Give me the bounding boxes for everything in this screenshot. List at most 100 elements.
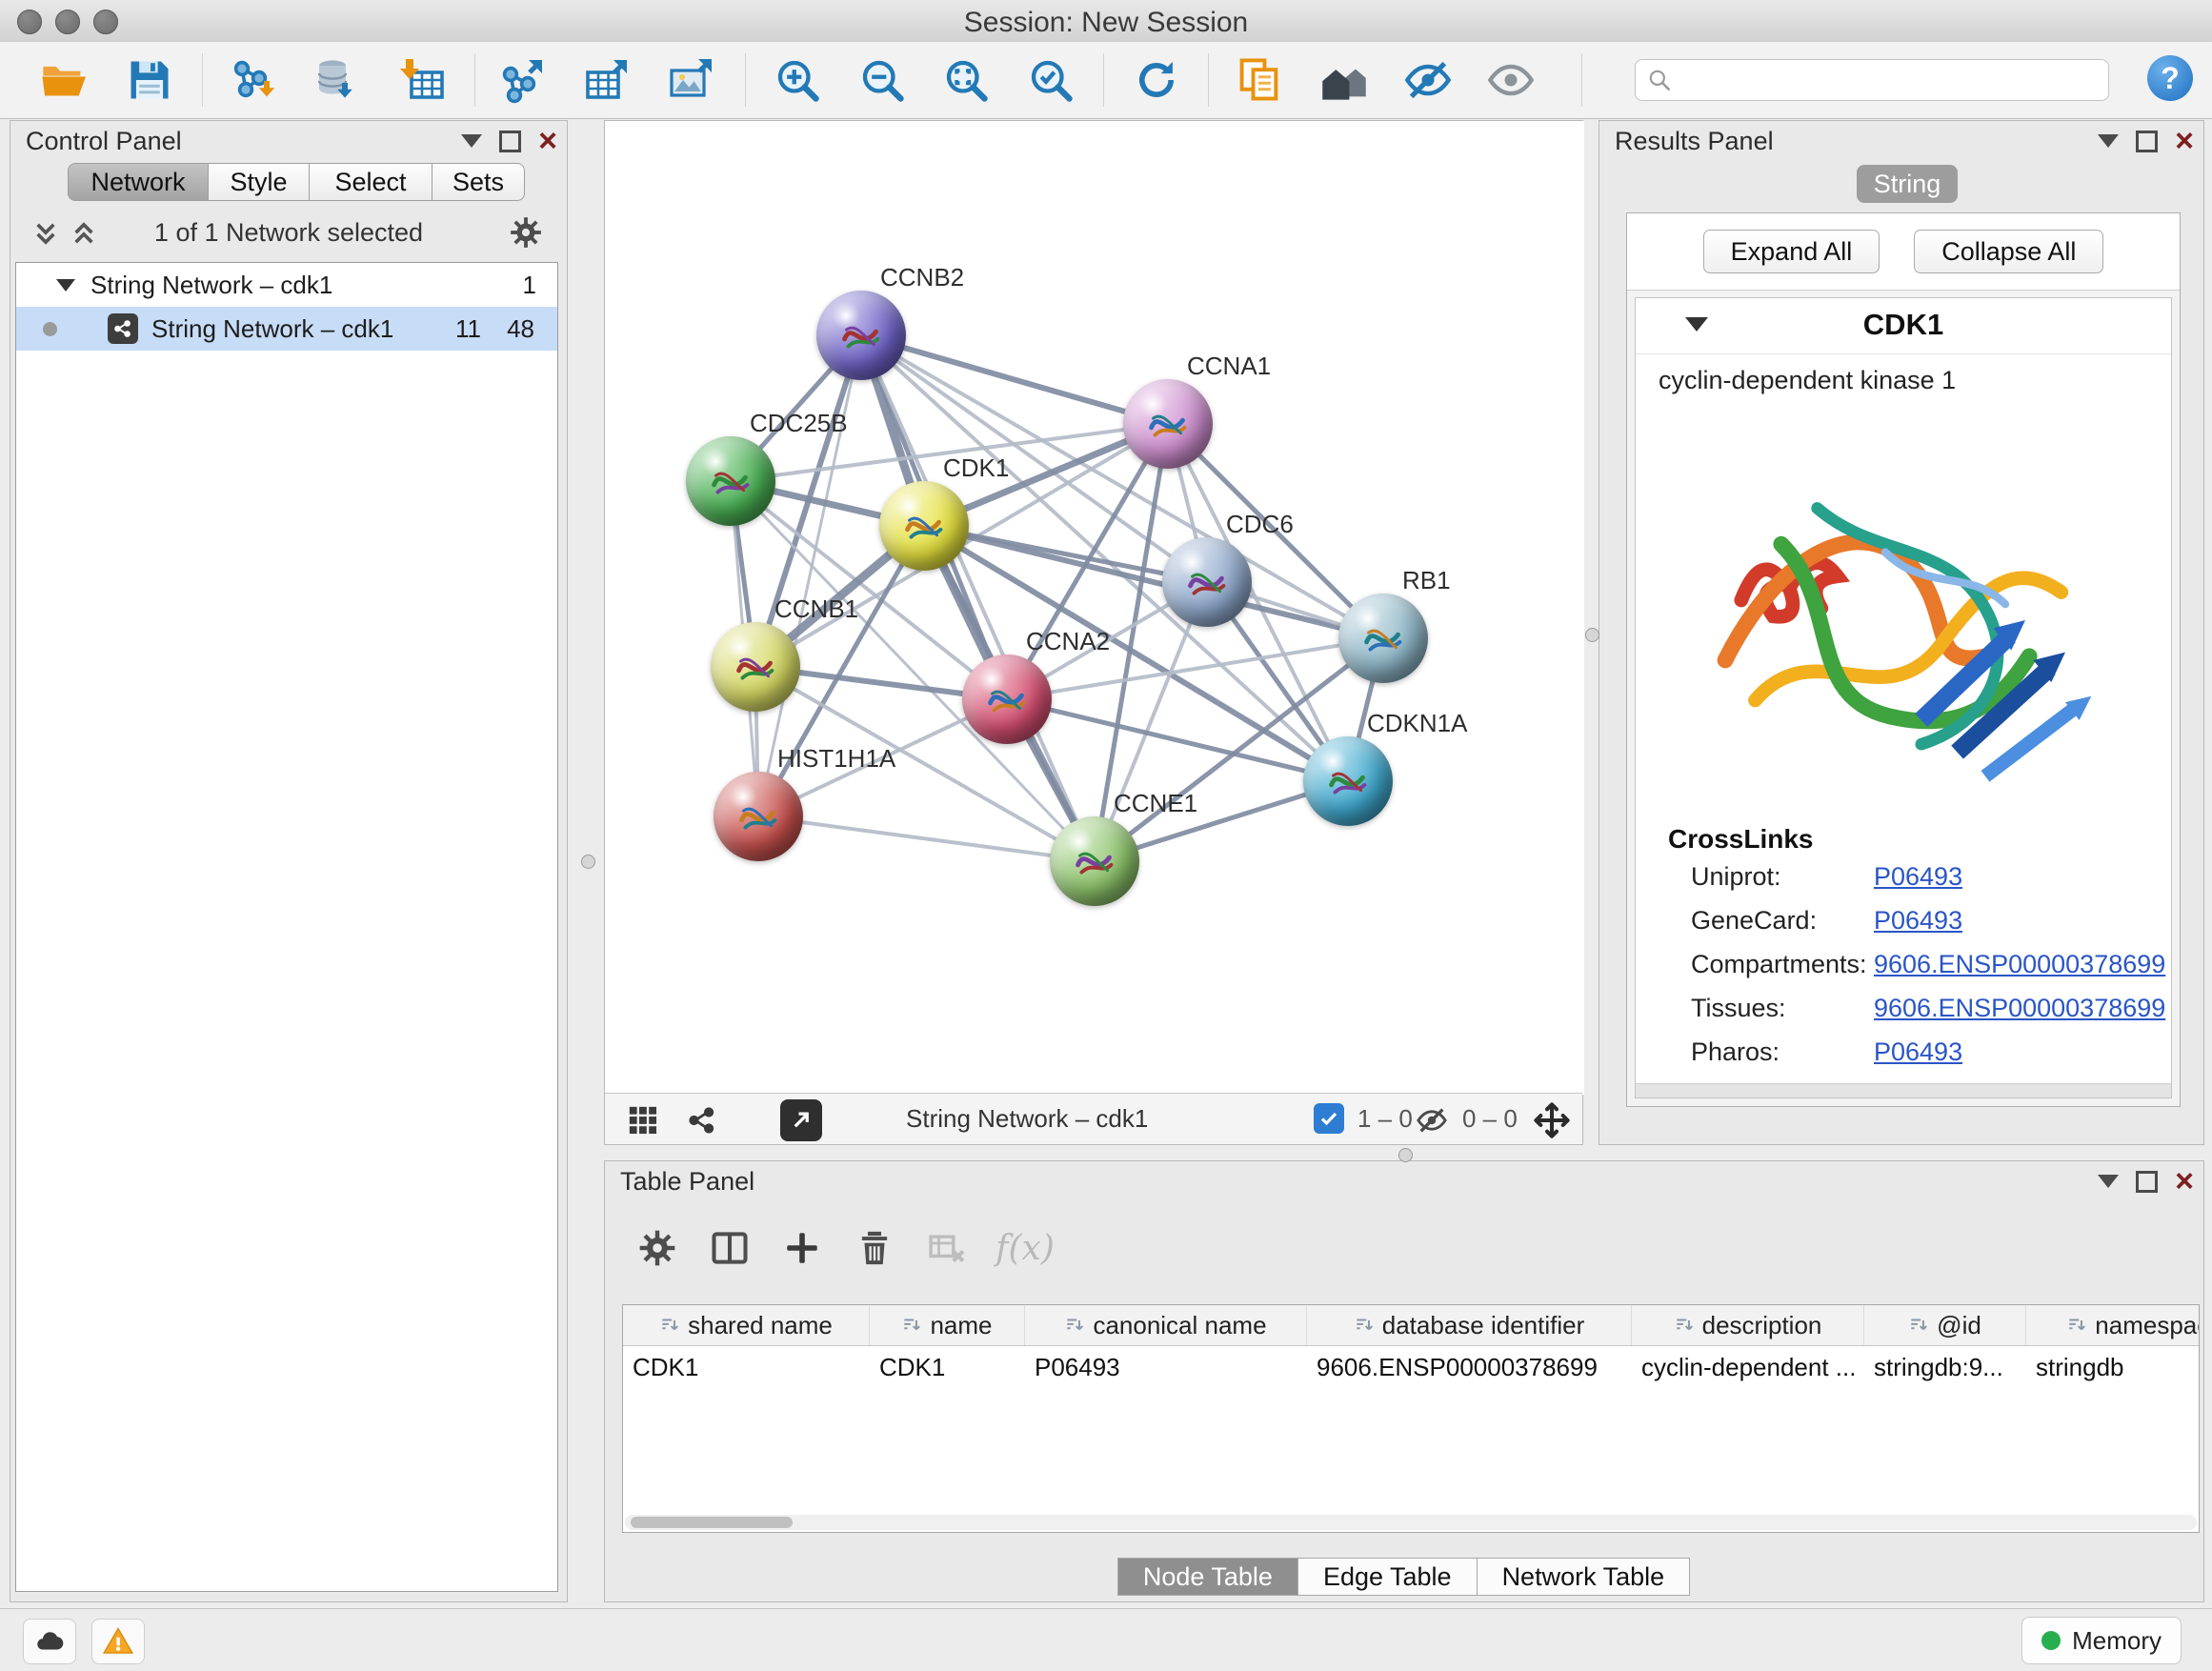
collapse-all-button[interactable]: Collapse All <box>1914 230 2103 273</box>
network-overview-button[interactable] <box>681 1099 723 1141</box>
memory-button[interactable]: Memory <box>2021 1617 2182 1664</box>
table-cell[interactable]: stringdb <box>2026 1346 2200 1388</box>
network-canvas[interactable]: CCNB2CCNA1CDC25BCDK1CDC6RB1CCNB1CCNA2CDK… <box>605 121 1584 1095</box>
houses-button[interactable] <box>1314 50 1375 111</box>
network-collection-row[interactable]: String Network – cdk1 1 <box>16 263 557 307</box>
table-row[interactable]: CDK1CDK1P064939606.ENSP00000378699cyclin… <box>623 1346 2199 1388</box>
delete-column-button[interactable] <box>851 1224 898 1272</box>
search-input[interactable] <box>1681 65 2097 96</box>
network-node-CDK1[interactable] <box>879 481 969 571</box>
tab-edge-table[interactable]: Edge Table <box>1297 1558 1478 1596</box>
zoom-out-button[interactable] <box>852 50 913 111</box>
create-column-button[interactable] <box>778 1224 826 1272</box>
network-options-gear-icon[interactable] <box>508 214 544 251</box>
export-view-button[interactable] <box>780 1099 822 1141</box>
panel-float-icon[interactable] <box>2136 131 2158 152</box>
network-node-CCNE1[interactable] <box>1050 816 1139 906</box>
column-header-canonical-name[interactable]: canonical name <box>1025 1305 1307 1345</box>
column-header-namespace[interactable]: namespace <box>2026 1305 2200 1345</box>
table-cell[interactable]: CDK1 <box>870 1346 1025 1388</box>
network-edge[interactable] <box>861 335 1095 861</box>
panel-float-icon[interactable] <box>499 131 521 152</box>
copy-document-button[interactable] <box>1229 50 1290 111</box>
column-sort-icon[interactable] <box>1674 1315 1695 1336</box>
table-cell[interactable]: cyclin-dependent ... <box>1632 1346 1864 1388</box>
table-cell[interactable]: CDK1 <box>623 1346 870 1388</box>
import-table-button[interactable] <box>392 50 453 111</box>
column-sort-icon[interactable] <box>1354 1315 1375 1336</box>
network-edge[interactable] <box>758 816 1095 861</box>
column-header--id[interactable]: @id <box>1864 1305 2026 1345</box>
crosslink-link[interactable]: 9606.ENSP00000378699 <box>1874 950 2165 979</box>
panel-menu-icon[interactable] <box>461 134 482 148</box>
panel-menu-icon[interactable] <box>2098 134 2119 148</box>
table-cell[interactable]: P06493 <box>1025 1346 1307 1388</box>
export-table-button[interactable] <box>576 50 637 111</box>
column-sort-icon[interactable] <box>1064 1315 1085 1336</box>
column-sort-icon[interactable] <box>2066 1315 2087 1336</box>
column-header-name[interactable]: name <box>870 1305 1025 1345</box>
network-node-RB1[interactable] <box>1338 594 1428 683</box>
table-horizontal-scrollbar[interactable] <box>625 1515 2197 1530</box>
splitter-handle[interactable] <box>1398 1148 1413 1162</box>
hide-selected-button[interactable] <box>1398 50 1458 111</box>
gene-card-header[interactable]: CDK1 <box>1636 298 2171 354</box>
panel-float-icon[interactable] <box>2136 1171 2158 1193</box>
panel-close-icon[interactable]: × <box>538 129 557 153</box>
splitter-handle[interactable] <box>1585 628 1599 642</box>
expand-all-button[interactable]: Expand All <box>1703 230 1880 273</box>
warnings-button[interactable] <box>91 1619 145 1664</box>
zoom-selected-button[interactable] <box>1020 50 1081 111</box>
export-network-button[interactable] <box>492 50 553 111</box>
crosslink-link[interactable]: P06493 <box>1874 906 1962 936</box>
crosslink-link[interactable]: 9606.ENSP00000378699 <box>1874 994 2165 1023</box>
tab-style[interactable]: Style <box>208 163 310 201</box>
network-node-CCNB1[interactable] <box>711 622 800 712</box>
collection-expand-icon[interactable] <box>56 279 75 292</box>
tab-select[interactable]: Select <box>309 163 432 201</box>
import-network-from-file-button[interactable] <box>223 50 284 111</box>
network-node-CCNA1[interactable] <box>1123 379 1213 469</box>
tab-node-table[interactable]: Node Table <box>1117 1558 1298 1596</box>
splitter-handle[interactable] <box>581 855 595 869</box>
column-header-shared-name[interactable]: shared name <box>623 1305 870 1345</box>
tab-network[interactable]: Network <box>68 163 209 201</box>
panel-close-icon[interactable]: × <box>2175 1169 2194 1194</box>
network-node-CDKN1A[interactable] <box>1303 736 1393 826</box>
table-options-button[interactable] <box>633 1224 681 1272</box>
network-node-CDC6[interactable] <box>1162 537 1252 627</box>
panel-close-icon[interactable]: × <box>2175 129 2194 153</box>
selected-nodes-checkbox[interactable] <box>1314 1103 1344 1134</box>
tab-string[interactable]: String <box>1857 165 1958 203</box>
column-header-description[interactable]: description <box>1632 1305 1864 1345</box>
cloud-status-button[interactable] <box>23 1619 76 1664</box>
pan-mode-button[interactable] <box>1531 1099 1573 1141</box>
network-node-CDC25B[interactable] <box>686 436 775 526</box>
column-sort-icon[interactable] <box>1908 1315 1929 1336</box>
scrollbar-thumb[interactable] <box>631 1517 793 1528</box>
open-file-button[interactable] <box>33 50 94 111</box>
network-node-CCNA2[interactable] <box>962 654 1052 744</box>
hidden-elements-button[interactable] <box>1411 1099 1453 1141</box>
show-all-button[interactable] <box>1480 50 1541 111</box>
export-image-button[interactable] <box>661 50 722 111</box>
network-row-selected[interactable]: String Network – cdk1 11 48 <box>16 307 557 351</box>
panel-menu-icon[interactable] <box>2098 1175 2119 1188</box>
column-sort-icon[interactable] <box>659 1315 680 1336</box>
search-field[interactable] <box>1635 59 2109 101</box>
tab-network-table[interactable]: Network Table <box>1477 1558 1691 1596</box>
table-cell[interactable]: stringdb:9... <box>1864 1346 2026 1388</box>
crosslink-link[interactable]: P06493 <box>1874 862 1962 892</box>
results-scrollbar[interactable] <box>1636 1083 2171 1097</box>
zoom-in-button[interactable] <box>767 50 828 111</box>
grid-view-button[interactable] <box>622 1099 664 1141</box>
tab-sets[interactable]: Sets <box>432 163 525 201</box>
crosslink-link[interactable]: P06493 <box>1874 1037 1962 1067</box>
import-network-from-database-button[interactable] <box>308 50 369 111</box>
help-button[interactable]: ? <box>2147 55 2193 101</box>
save-session-button[interactable] <box>119 50 180 111</box>
column-sort-icon[interactable] <box>901 1315 922 1336</box>
refresh-layout-button[interactable] <box>1126 50 1187 111</box>
column-header-database-identifier[interactable]: database identifier <box>1307 1305 1632 1345</box>
network-node-HIST1H1A[interactable] <box>714 772 803 861</box>
